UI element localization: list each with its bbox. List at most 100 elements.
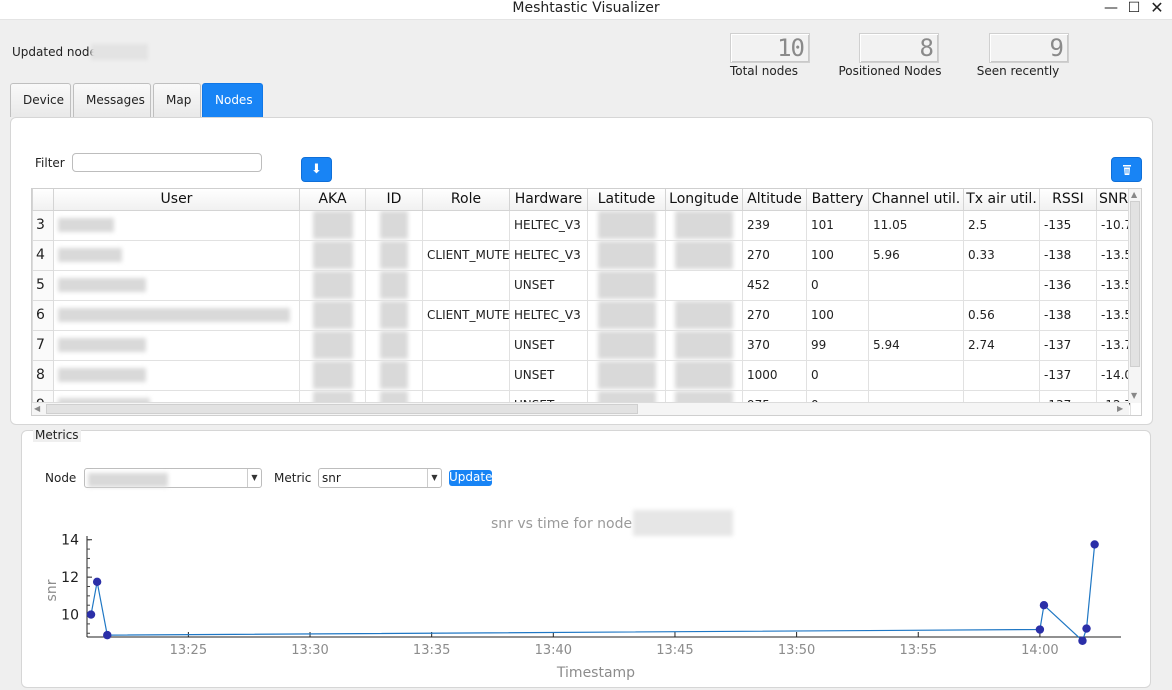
aka-cell[interactable]	[299, 269, 366, 301]
tab-device[interactable]: Device	[10, 83, 71, 117]
aka-cell[interactable]	[299, 209, 366, 241]
table-row[interactable]: 4 CLIENT_MUTE HELTEC_V3 270 100 5.96 0.33 -138-…	[32, 239, 1131, 271]
snr-cell[interactable]: -13.75	[1096, 329, 1131, 361]
channel-util-cell[interactable]: 5.94	[868, 329, 964, 361]
update-button[interactable]: Update	[449, 470, 492, 486]
tab-messages[interactable]: Messages	[73, 83, 151, 117]
table-row[interactable]: 6 CLIENT_MUTE HELTEC_V3 270 100 0.56 -138 -13.5	[32, 299, 1131, 331]
maximize-icon[interactable]: ☐	[1123, 0, 1145, 20]
snr-cell[interactable]: -13.5	[1096, 239, 1131, 271]
tx-air-util-cell[interactable]: 0.33	[963, 239, 1040, 271]
battery-cell[interactable]: 100	[806, 299, 869, 331]
column-header-rssi[interactable]: RSSI	[1039, 189, 1097, 211]
longitude-cell[interactable]	[665, 299, 743, 331]
altitude-cell[interactable]: 239	[742, 209, 807, 241]
user-cell[interactable]	[53, 299, 300, 331]
tx-air-util-cell[interactable]: 0.56	[963, 299, 1040, 331]
horizontal-scroll-thumb[interactable]	[46, 404, 638, 414]
id-cell[interactable]	[365, 209, 423, 241]
minimize-icon[interactable]: —	[1100, 0, 1122, 20]
user-cell[interactable]	[53, 209, 300, 241]
latitude-cell[interactable]	[587, 239, 666, 271]
latitude-cell[interactable]	[587, 299, 666, 331]
metric-select[interactable]: snr ▼	[318, 468, 442, 488]
user-cell[interactable]	[53, 239, 300, 271]
table-row[interactable]: 7 UNSET 370995.942.74-137-13.75	[32, 329, 1131, 361]
data-point[interactable]	[103, 630, 112, 640]
altitude-cell[interactable]: 452	[742, 269, 807, 301]
user-cell[interactable]	[53, 269, 300, 301]
altitude-cell[interactable]: 270	[742, 299, 807, 331]
role-cell[interactable]: CLIENT_MUTE	[422, 239, 510, 271]
longitude-cell[interactable]	[665, 209, 743, 241]
tx-air-util-cell[interactable]: 2.5	[963, 209, 1040, 241]
export-button[interactable]: ⬇	[301, 157, 332, 182]
chevron-down-icon[interactable]: ▼	[427, 469, 441, 487]
rssi-cell[interactable]: -138	[1039, 239, 1097, 271]
data-point[interactable]	[1078, 636, 1087, 645]
data-point[interactable]	[86, 610, 96, 619]
table-row[interactable]: 3 HELTEC_V3 23910111.052.5-135-10.75	[32, 209, 1131, 241]
data-point[interactable]	[92, 577, 102, 587]
column-header-role[interactable]: Role	[422, 189, 510, 211]
hardware-cell[interactable]: UNSET	[509, 359, 588, 391]
snr-cell[interactable]: -10.75	[1096, 209, 1131, 241]
latitude-cell[interactable]	[587, 359, 666, 391]
id-cell[interactable]	[365, 269, 423, 301]
data-point[interactable]	[1082, 624, 1091, 633]
node-select[interactable]: ▼	[84, 468, 262, 488]
aka-cell[interactable]	[299, 329, 366, 361]
data-point[interactable]	[1035, 625, 1045, 634]
column-header-latitude[interactable]: Latitude	[587, 189, 666, 211]
snr-cell[interactable]: -13.5	[1096, 269, 1131, 301]
id-cell[interactable]	[365, 239, 423, 271]
data-point[interactable]	[1090, 540, 1099, 549]
scroll-left-icon[interactable]: ◀	[34, 404, 40, 413]
aka-cell[interactable]	[299, 239, 366, 271]
longitude-cell[interactable]	[665, 239, 743, 271]
column-header-channel-util[interactable]: Channel util.	[868, 189, 964, 211]
vertical-scroll-thumb[interactable]	[1130, 201, 1140, 367]
latitude-cell[interactable]	[587, 269, 666, 301]
chevron-down-icon[interactable]: ▼	[247, 469, 261, 487]
scroll-right-icon[interactable]: ▶	[1117, 404, 1123, 413]
role-cell[interactable]	[422, 269, 510, 301]
column-header-battery[interactable]: Battery	[806, 189, 869, 211]
user-cell[interactable]	[53, 329, 300, 361]
aka-cell[interactable]	[299, 299, 366, 331]
rssi-cell[interactable]: -137	[1039, 359, 1097, 391]
column-header-tx-air-util[interactable]: Tx air util.	[963, 189, 1040, 211]
hardware-cell[interactable]: HELTEC_V3	[509, 209, 588, 241]
longitude-cell[interactable]	[665, 269, 743, 301]
user-cell[interactable]	[53, 359, 300, 391]
battery-cell[interactable]: 99	[806, 329, 869, 361]
role-cell[interactable]	[422, 359, 510, 391]
latitude-cell[interactable]	[587, 329, 666, 361]
rssi-cell[interactable]: -137	[1039, 329, 1097, 361]
hardware-cell[interactable]: UNSET	[509, 329, 588, 361]
battery-cell[interactable]: 100	[806, 239, 869, 271]
column-header-altitude[interactable]: Altitude	[742, 189, 807, 211]
scroll-up-icon[interactable]: ▲	[1131, 190, 1137, 199]
table-horizontal-scrollbar[interactable]: ◀ ▶	[32, 402, 1129, 415]
column-header-snr[interactable]: SNR	[1096, 189, 1131, 211]
column-header-longitude[interactable]: Longitude	[665, 189, 743, 211]
snr-cell[interactable]: -13.5	[1096, 299, 1131, 331]
hardware-cell[interactable]: UNSET	[509, 269, 588, 301]
latitude-cell[interactable]	[587, 209, 666, 241]
nodes-table[interactable]: User AKA ID Role Hardware Latitude Longitude Al…	[31, 188, 1142, 416]
role-cell[interactable]	[422, 329, 510, 361]
role-cell[interactable]: CLIENT_MUTE	[422, 299, 510, 331]
column-header-id[interactable]: ID	[365, 189, 423, 211]
tx-air-util-cell[interactable]	[963, 359, 1040, 391]
hardware-cell[interactable]: HELTEC_V3	[509, 299, 588, 331]
aka-cell[interactable]	[299, 359, 366, 391]
table-row[interactable]: 8 UNSET 1000 0 -137 -14.0	[32, 359, 1131, 391]
filter-input[interactable]	[72, 153, 262, 172]
channel-util-cell[interactable]: 5.96	[868, 239, 964, 271]
tab-map[interactable]: Map	[153, 83, 201, 117]
channel-util-cell[interactable]	[868, 269, 964, 301]
table-vertical-scrollbar[interactable]: ▲ ▼	[1128, 189, 1141, 403]
battery-cell[interactable]: 0	[806, 269, 869, 301]
altitude-cell[interactable]: 270	[742, 239, 807, 271]
